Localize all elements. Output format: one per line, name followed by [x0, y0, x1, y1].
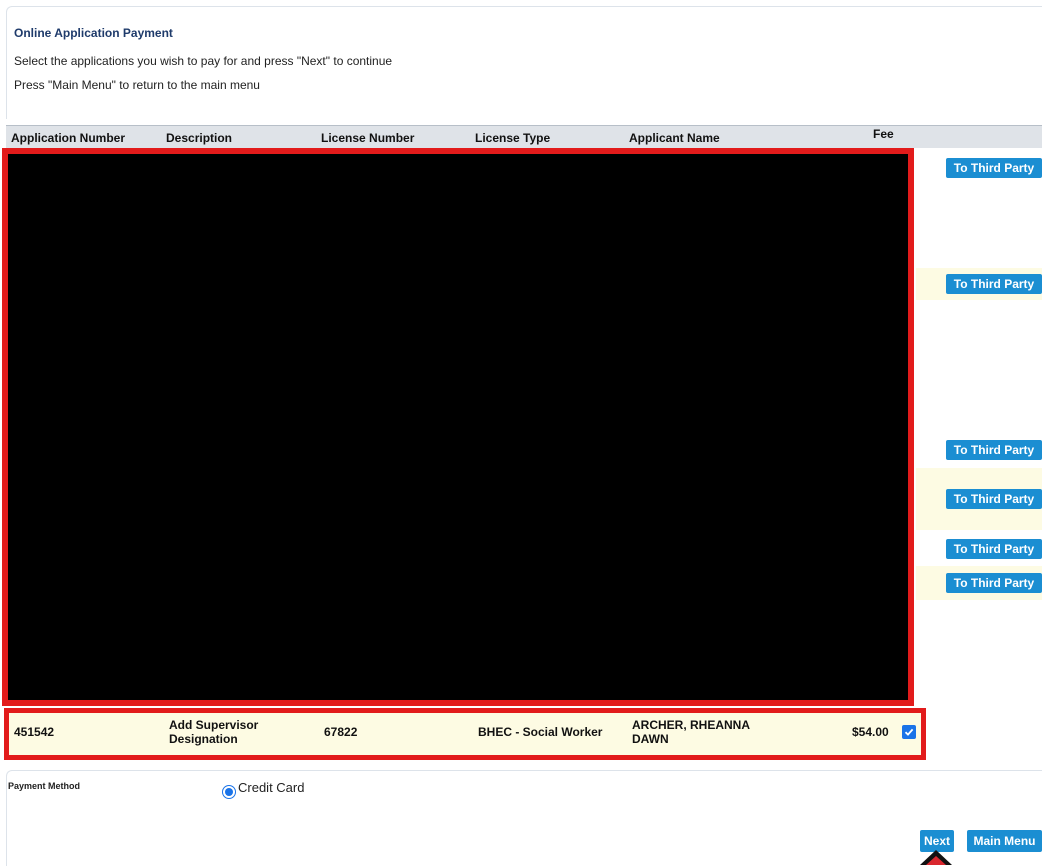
- to-third-party-button[interactable]: To Third Party: [946, 158, 1042, 178]
- credit-card-radio[interactable]: [222, 785, 236, 799]
- credit-card-label[interactable]: Credit Card: [238, 780, 304, 795]
- next-button[interactable]: Next: [920, 830, 954, 852]
- select-application-checkbox[interactable]: [902, 725, 916, 739]
- to-third-party-button[interactable]: To Third Party: [946, 539, 1042, 559]
- payment-method-label: Payment Method: [8, 781, 81, 791]
- column-description: Description: [166, 131, 233, 145]
- column-applicant-name: Applicant Name: [629, 131, 720, 145]
- instruction-select: Select the applications you wish to pay …: [14, 54, 393, 68]
- to-third-party-button[interactable]: To Third Party: [946, 489, 1042, 509]
- to-third-party-button[interactable]: To Third Party: [946, 440, 1042, 460]
- cell-application-number: 451542: [14, 725, 55, 739]
- radio-selected-dot: [225, 788, 233, 796]
- redacted-rows: [2, 148, 914, 706]
- to-third-party-button[interactable]: To Third Party: [946, 573, 1042, 593]
- cell-description-line1: Add Supervisor: [169, 718, 259, 732]
- instruction-main-menu: Press "Main Menu" to return to the main …: [14, 78, 260, 92]
- cell-applicant-line1: ARCHER, RHEANNA: [632, 718, 751, 732]
- annotation-arrow-fill: [926, 856, 946, 865]
- cell-description-line2: Designation: [169, 732, 238, 746]
- cell-license-number: 67822: [324, 725, 358, 739]
- cell-license-type: BHEC - Social Worker: [478, 725, 603, 739]
- cell-fee: $54.00: [852, 725, 889, 739]
- column-application-number: Application Number: [11, 131, 126, 145]
- to-third-party-button[interactable]: To Third Party: [946, 274, 1042, 294]
- column-license-type: License Type: [475, 131, 551, 145]
- checkmark-icon: [904, 728, 914, 736]
- payment-method-panel: [6, 770, 1042, 866]
- main-menu-button[interactable]: Main Menu: [967, 830, 1042, 852]
- cell-applicant-line2: DAWN: [632, 732, 669, 746]
- row-highlight-frame: [4, 708, 926, 760]
- column-fee: Fee: [873, 127, 894, 141]
- page-title: Online Application Payment: [14, 26, 173, 40]
- column-license-number: License Number: [321, 131, 415, 145]
